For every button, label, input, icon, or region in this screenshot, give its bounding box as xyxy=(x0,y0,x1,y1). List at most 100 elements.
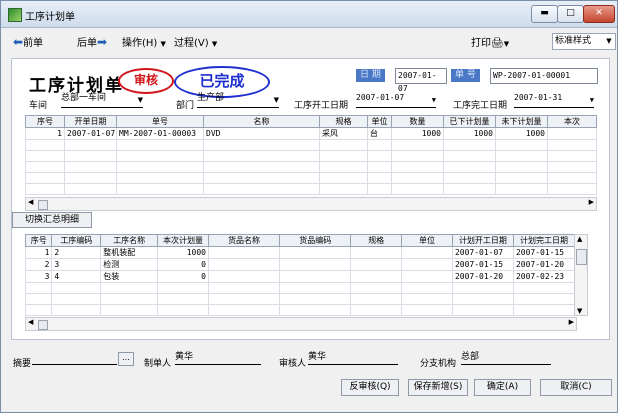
table-cell[interactable] xyxy=(25,161,65,173)
table-cell[interactable] xyxy=(25,139,65,151)
table-cell[interactable] xyxy=(451,282,514,294)
table-cell[interactable] xyxy=(203,139,320,151)
table-cell[interactable]: 台 xyxy=(367,127,392,140)
table-cell[interactable] xyxy=(391,183,444,195)
switch-summary-button[interactable]: 切换汇总明细 xyxy=(12,212,92,228)
detail-hscrollbar[interactable]: ◀ ▶ xyxy=(25,317,577,331)
table-cell[interactable] xyxy=(391,139,444,151)
end-date-select[interactable]: 2007-01-31 ▼ xyxy=(514,93,594,108)
scroll-down-icon[interactable]: ▼ xyxy=(577,307,582,315)
next-button[interactable]: 后单➡ xyxy=(77,34,107,49)
minimize-button[interactable]: ▬ xyxy=(531,5,558,23)
column-header[interactable]: 序号 xyxy=(24,234,53,247)
scroll-thumb[interactable] xyxy=(38,320,48,330)
main-hscrollbar[interactable]: ◀ ▶ xyxy=(25,197,597,211)
column-header[interactable]: 未下计划量 xyxy=(495,115,548,128)
column-header[interactable]: 本次 xyxy=(547,115,597,128)
table-cell[interactable] xyxy=(207,293,281,305)
scroll-up-icon[interactable]: ▲ xyxy=(577,235,582,243)
table-cell[interactable]: 2007-01-07 xyxy=(64,127,117,140)
table-cell[interactable] xyxy=(350,293,403,305)
table-cell[interactable] xyxy=(401,270,453,283)
table-row[interactable]: 2 3 检测 0 2007-01-15 2007-01-20 xyxy=(24,258,576,271)
dept-select[interactable]: 生产部 ▼ xyxy=(197,93,279,108)
table-row[interactable]: 1 2 整机装配 1000 2007-01-07 2007-01-15 xyxy=(24,246,576,259)
table-cell[interactable] xyxy=(279,304,352,316)
table-cell[interactable] xyxy=(367,139,392,151)
table-cell[interactable] xyxy=(319,150,368,162)
table-cell[interactable] xyxy=(64,161,117,173)
table-cell[interactable] xyxy=(319,183,368,195)
table-cell[interactable] xyxy=(547,183,597,195)
table-cell[interactable]: 1000 xyxy=(391,127,444,140)
table-row[interactable] xyxy=(24,282,576,294)
table-cell[interactable] xyxy=(203,172,320,184)
table-cell[interactable] xyxy=(547,172,597,184)
column-header[interactable]: 货品编码 xyxy=(279,234,352,247)
table-cell[interactable] xyxy=(495,161,548,173)
table-cell[interactable] xyxy=(25,183,65,195)
table-cell[interactable]: 2007-01-15 xyxy=(451,258,514,271)
table-cell[interactable]: 1000 xyxy=(157,246,209,259)
table-cell[interactable] xyxy=(367,150,392,162)
table-cell[interactable] xyxy=(279,293,352,305)
scroll-thumb[interactable] xyxy=(38,200,48,210)
cancel-button[interactable]: 取消(C) xyxy=(540,379,612,396)
table-row[interactable] xyxy=(25,139,597,151)
table-cell[interactable]: DVD xyxy=(203,127,320,140)
table-cell[interactable]: MM-2007-01-00003 xyxy=(116,127,204,140)
table-cell[interactable] xyxy=(24,304,53,316)
date-field[interactable]: 2007-01-07 xyxy=(395,68,447,93)
table-cell[interactable]: 1 xyxy=(25,127,65,140)
table-cell[interactable] xyxy=(319,172,368,184)
table-cell[interactable]: 2007-01-20 xyxy=(512,258,576,271)
table-cell[interactable] xyxy=(443,139,496,151)
table-cell[interactable]: 2007-01-07 xyxy=(451,246,514,259)
table-cell[interactable] xyxy=(207,304,281,316)
table-cell[interactable] xyxy=(443,161,496,173)
table-cell[interactable] xyxy=(116,183,204,195)
table-cell[interactable] xyxy=(319,139,368,151)
table-cell[interactable] xyxy=(116,161,204,173)
column-header[interactable]: 单号 xyxy=(116,115,204,128)
table-cell[interactable] xyxy=(203,183,320,195)
number-field[interactable]: WP-2007-01-00001 xyxy=(490,68,598,84)
unaudit-button[interactable]: 反审核(Q) xyxy=(341,379,399,396)
table-cell[interactable]: 包装 xyxy=(100,270,159,283)
table-cell[interactable] xyxy=(401,304,453,316)
column-header[interactable]: 规格 xyxy=(350,234,403,247)
column-header[interactable]: 规格 xyxy=(319,115,368,128)
column-header[interactable]: 工序编码 xyxy=(51,234,102,247)
column-header[interactable]: 序号 xyxy=(25,115,65,128)
table-cell[interactable] xyxy=(203,161,320,173)
table-cell[interactable]: 1000 xyxy=(495,127,548,140)
column-header[interactable]: 数量 xyxy=(391,115,444,128)
table-cell[interactable]: 2007-01-15 xyxy=(512,246,576,259)
table-cell[interactable] xyxy=(203,150,320,162)
column-header[interactable]: 计划完工日期 xyxy=(512,234,576,247)
table-cell[interactable]: 0 xyxy=(157,258,209,271)
print-menu[interactable]: 打印🖨▼ xyxy=(471,34,509,49)
table-cell[interactable]: 3 xyxy=(24,270,53,283)
column-header[interactable]: 开单日期 xyxy=(64,115,117,128)
table-cell[interactable] xyxy=(24,293,53,305)
table-cell[interactable] xyxy=(279,282,352,294)
table-cell[interactable] xyxy=(391,172,444,184)
table-cell[interactable] xyxy=(512,304,576,316)
table-cell[interactable] xyxy=(116,150,204,162)
summary-field[interactable] xyxy=(32,364,117,365)
process-menu[interactable]: 过程(V) ▼ xyxy=(174,34,217,49)
table-cell[interactable] xyxy=(401,293,453,305)
table-cell[interactable] xyxy=(451,293,514,305)
table-cell[interactable]: 1 xyxy=(24,246,53,259)
table-cell[interactable] xyxy=(207,258,281,271)
scroll-right-icon[interactable]: ▶ xyxy=(569,318,574,326)
maximize-button[interactable]: □ xyxy=(557,5,584,23)
table-cell[interactable] xyxy=(391,161,444,173)
prev-button[interactable]: ⬅前单 xyxy=(13,34,43,49)
table-cell[interactable] xyxy=(547,161,597,173)
table-cell[interactable] xyxy=(100,282,159,294)
table-cell[interactable] xyxy=(64,172,117,184)
scroll-thumb[interactable] xyxy=(576,249,587,265)
column-header[interactable]: 计划开工日期 xyxy=(451,234,514,247)
